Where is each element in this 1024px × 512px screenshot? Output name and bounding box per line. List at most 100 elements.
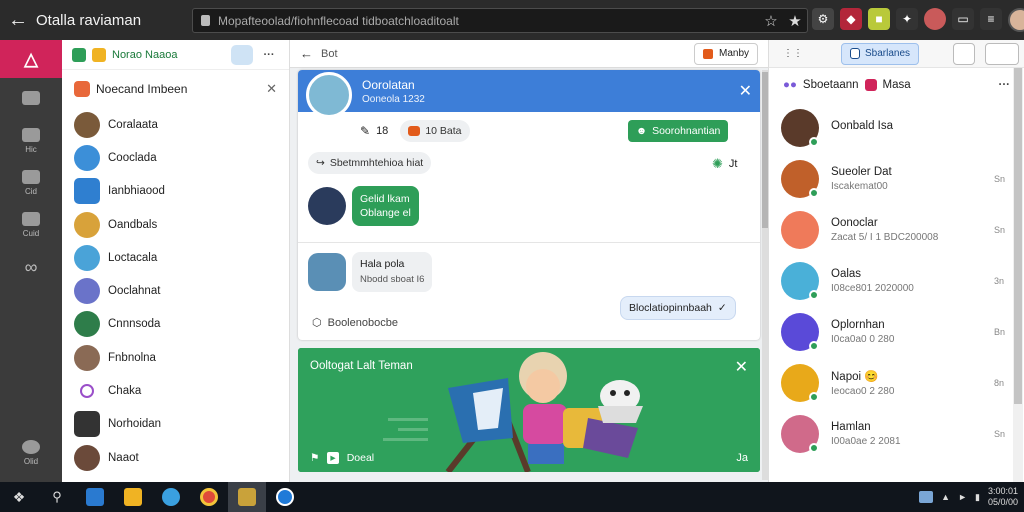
shield-icon[interactable]: ◆	[840, 8, 862, 30]
user-avatar[interactable]	[1008, 8, 1024, 32]
star-icon[interactable]: ☆	[759, 12, 783, 30]
taskbar-app-active[interactable]	[228, 482, 266, 512]
list-item[interactable]: Hamlan I00a0ae 2 2081 Sn	[769, 408, 1024, 459]
puzzle-icon[interactable]: ✦	[896, 8, 918, 30]
menu-icon[interactable]: ≡	[980, 8, 1002, 30]
sender-avatar[interactable]	[308, 187, 346, 225]
contact-item[interactable]: Chaka	[62, 374, 289, 407]
close-icon[interactable]: ✕	[739, 81, 752, 101]
contact-item[interactable]: Loctacala	[62, 241, 289, 274]
list-item[interactable]: Oalas I08ce801 2020000 3n	[769, 255, 1024, 306]
chat-avatar[interactable]	[306, 72, 352, 118]
main-column: ← Bot Manby Oorolatan Ooneola 1232 ✕ ✎ 1…	[290, 40, 768, 482]
people-icon: ●●	[783, 79, 797, 91]
thumbs-up-icon[interactable]: ✎	[360, 124, 370, 138]
contact-item[interactable]: Ianbhiaood	[62, 175, 289, 208]
scroll-thumb[interactable]	[1014, 68, 1022, 404]
contact-item[interactable]: Fnbnolna	[62, 341, 289, 374]
back-icon[interactable]: ←	[300, 46, 313, 61]
window-icon[interactable]	[985, 42, 1020, 65]
rail-item-home[interactable]: Hic	[0, 120, 62, 162]
chrome-icon	[200, 488, 218, 506]
list-item[interactable]: Oonoclar Zacat 5/ I 1 BDC200008 Sn	[769, 204, 1024, 255]
address-bar[interactable]: Mopafteoolad/fiohnflecoad tidboatchloadi…	[192, 8, 808, 33]
search-button[interactable]: ⚲	[38, 482, 76, 512]
workspace-name[interactable]: Norao Naaoa	[112, 49, 225, 61]
primary-action-button[interactable]: ☻ Soorohnantian	[628, 120, 729, 142]
contact-list: Coralaata Cooclada Ianbhiaood Oandbals L…	[62, 108, 289, 474]
contact-item[interactable]: Coralaata	[62, 108, 289, 141]
divider	[298, 242, 760, 243]
battery-icon[interactable]: ▮	[975, 492, 980, 503]
app-badge-icon	[72, 47, 86, 62]
avatar	[74, 344, 100, 371]
reply-bubble[interactable]: Hala pola Nbodd sboat I6	[352, 252, 433, 292]
right-primary-button[interactable]: Sbarlanes	[841, 42, 920, 65]
right-scrollbar[interactable]	[1013, 68, 1023, 482]
refresh-icon[interactable]	[231, 44, 253, 65]
close-icon[interactable]: ✕	[266, 81, 277, 97]
logo-icon[interactable]: △	[0, 40, 62, 78]
list-item[interactable]: Napoi 😊 Ieocao0 2 280 8n	[769, 357, 1024, 408]
play-icon[interactable]: ▸	[327, 452, 339, 464]
app-title: Otalla raviaman	[36, 11, 142, 29]
clock[interactable]: 3:00:01 05/0/00	[988, 486, 1018, 508]
system-tray: ▲ ► ▮ 3:00:01 05/0/00	[919, 482, 1018, 512]
search-icon: ⚲	[52, 489, 62, 504]
app-icon	[276, 488, 294, 506]
grid-icon[interactable]: ⋮⋮	[783, 48, 803, 59]
taskbar-app[interactable]	[152, 482, 190, 512]
rail-item-infinity[interactable]: ∞	[0, 246, 62, 288]
more-icon[interactable]: ···	[999, 79, 1011, 91]
media-card[interactable]: Ooltogat Lalt Teman ✕ ⚑ ▸ Doeal Ja	[298, 348, 760, 472]
expand-text[interactable]: Ja	[736, 452, 748, 464]
contact-item[interactable]: Cooclada	[62, 141, 289, 174]
reply-avatar[interactable]	[308, 253, 346, 291]
group-icon	[74, 81, 90, 97]
chat-stats: ✎ 18 10 Bata	[360, 120, 470, 142]
reply-action-button[interactable]: Bloclatiopinnbaah ✓	[620, 296, 736, 320]
settings-icon[interactable]: ⚙	[812, 8, 834, 30]
online-indicator	[809, 442, 819, 453]
taskbar-app[interactable]	[266, 482, 304, 512]
keyboard-icon[interactable]	[919, 491, 934, 503]
contact-item[interactable]: Oandbals	[62, 208, 289, 241]
rail-item-chat[interactable]: Cid	[0, 162, 62, 204]
taskbar-app[interactable]	[190, 482, 228, 512]
printer-icon[interactable]	[953, 42, 976, 65]
media-footer-label[interactable]: Doeal	[347, 452, 374, 464]
header-action-button[interactable]: Manby	[693, 42, 758, 65]
forward-chip[interactable]: ↪ Sbetmmhtehioa hiat	[308, 152, 432, 174]
contact-item[interactable]: Cnnnsoda	[62, 308, 289, 341]
count-chip[interactable]: 10 Bata	[400, 120, 470, 142]
contact-item[interactable]: Norhoidan	[62, 408, 289, 441]
avatar	[781, 312, 819, 351]
footer-text[interactable]: Boolenobocbe	[328, 317, 398, 329]
more-icon[interactable]: ···	[259, 49, 279, 61]
avatar	[781, 159, 819, 198]
taskbar-app[interactable]	[114, 482, 152, 512]
tab-icon[interactable]: ▭	[952, 8, 974, 30]
rail-item-smile[interactable]: Cuid	[0, 204, 62, 246]
rail-item-list[interactable]	[0, 78, 62, 120]
avatar	[74, 211, 100, 238]
extension-icon[interactable]: ■	[868, 8, 890, 30]
sparkle-icon[interactable]: ✺	[712, 156, 723, 172]
contact-item[interactable]: Naaot	[62, 441, 289, 474]
volume-icon[interactable]: ►	[958, 492, 967, 502]
network-icon[interactable]: ▲	[941, 492, 950, 502]
contact-item[interactable]: Ooclahnat	[62, 274, 289, 307]
rail-item-help[interactable]: Olid	[0, 432, 62, 474]
list-item[interactable]: Oplornhan I0ca0a0 0 280 Bn	[769, 306, 1024, 357]
bookmark-star-icon[interactable]: ★	[783, 12, 807, 30]
start-button[interactable]: ❖	[0, 482, 38, 512]
message-bubble[interactable]: Gelid lkam Oblange el	[352, 186, 419, 226]
flag-icon[interactable]: ⚑	[310, 452, 319, 464]
taskbar-app[interactable]	[76, 482, 114, 512]
list-item[interactable]: Oonbald Isa	[769, 102, 1024, 153]
profile-badge-icon[interactable]	[924, 8, 946, 30]
list-item[interactable]: Sueoler Dat Iscakemat00 Sn	[769, 153, 1024, 204]
back-arrow-icon[interactable]: ←	[0, 9, 36, 32]
close-icon[interactable]: ✕	[735, 357, 748, 377]
chat-card-header: Oorolatan Ooneola 1232 ✕	[298, 70, 760, 118]
